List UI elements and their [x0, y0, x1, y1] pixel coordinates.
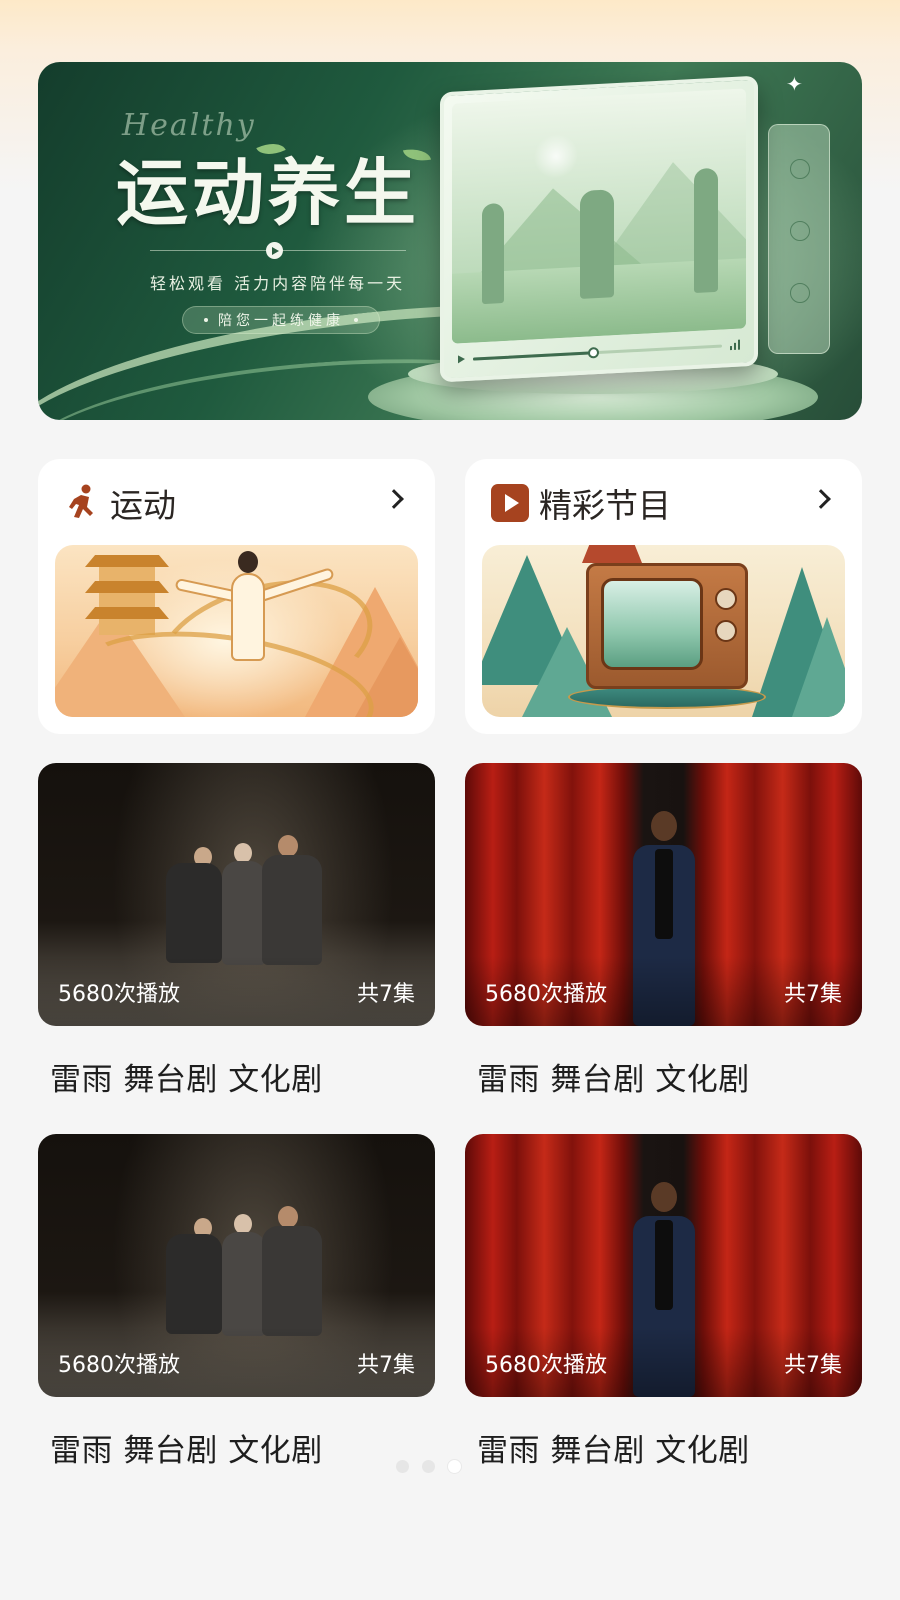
tv-dial-icon: [715, 588, 737, 610]
pagoda-decor: [582, 545, 642, 563]
actor-head: [234, 1214, 252, 1234]
pagoda-decor: [85, 555, 169, 635]
retro-tv-screen: [601, 578, 703, 670]
category-title: 运动: [110, 486, 176, 525]
episode-count: 共7集: [784, 982, 842, 1007]
actor-shirt: [655, 849, 673, 939]
banner-screen-illustration: [440, 75, 758, 383]
video-title[interactable]: 雷雨 舞台剧 文化剧: [465, 1054, 862, 1099]
video-thumbnail[interactable]: 5680次播放 共7集: [465, 763, 862, 1026]
screen-scene: [452, 88, 746, 344]
episode-count: 共7集: [357, 1353, 415, 1378]
dancer-figure: [231, 573, 265, 661]
chevron-right-icon[interactable]: [811, 489, 831, 509]
category-illustration-tv: [482, 545, 845, 717]
video-thumbnail[interactable]: 5680次播放 共7集: [465, 1134, 862, 1397]
play-count: 5680次播放: [58, 982, 180, 1007]
sparkle-icon: ✦: [786, 72, 803, 96]
actor-figure: [262, 855, 322, 965]
banner-subtitle: 轻松观看 活力内容陪伴每一天: [150, 274, 406, 293]
actor-head: [651, 1182, 677, 1212]
volume-icon: [730, 339, 740, 351]
progress-fill: [473, 350, 593, 361]
play-count: 5680次播放: [485, 982, 607, 1007]
running-person-icon: [69, 484, 93, 518]
video-card[interactable]: 5680次播放 共7集 雷雨 舞台剧 文化剧: [38, 763, 435, 1099]
actor-figure: [166, 863, 222, 963]
video-card[interactable]: 5680次播放 共7集 雷雨 舞台剧 文化剧: [465, 763, 862, 1099]
video-title[interactable]: 雷雨 舞台剧 文化剧: [38, 1054, 435, 1099]
actor-head: [651, 811, 677, 841]
category-card-shows[interactable]: 精彩节目: [465, 459, 862, 734]
progress-track: [473, 344, 722, 361]
banner-play-icon: [266, 242, 283, 259]
actor-figure: [166, 1234, 222, 1334]
runner-figure: [482, 202, 504, 305]
player-play-icon: [458, 355, 465, 364]
category-title: 精彩节目: [539, 486, 671, 525]
video-thumbnail[interactable]: 5680次播放 共7集: [38, 1134, 435, 1397]
mountain-decor: [592, 157, 746, 276]
category-header: 运动: [64, 483, 409, 525]
heart-pulse-icon: [790, 221, 810, 241]
chevron-right-icon[interactable]: [384, 489, 404, 509]
page-dot[interactable]: [396, 1460, 409, 1473]
retro-tv-decor: [586, 563, 748, 689]
video-title[interactable]: 雷雨 舞台剧 文化剧: [465, 1425, 862, 1470]
tv-dial-icon: [715, 620, 737, 642]
play-count: 5680次播放: [58, 1353, 180, 1378]
video-card[interactable]: 5680次播放 共7集 雷雨 舞台剧 文化剧: [465, 1134, 862, 1470]
lotus-icon: [790, 283, 810, 303]
actor-figure: [262, 1226, 322, 1336]
taichi-figure: [580, 189, 614, 299]
dancer-head: [238, 551, 258, 573]
video-title[interactable]: 雷雨 舞台剧 文化剧: [38, 1425, 435, 1470]
hero-banner[interactable]: Healthy 运动养生 轻松观看 活力内容陪伴每一天 陪您一起练健康 ✦: [38, 62, 862, 420]
category-card-sport[interactable]: 运动: [38, 459, 435, 734]
page-dot[interactable]: [422, 1460, 435, 1473]
banner-pill: 陪您一起练健康: [182, 306, 380, 334]
actor-head: [278, 1206, 298, 1228]
play-icon: [491, 484, 529, 522]
video-thumbnail[interactable]: 5680次播放 共7集: [38, 763, 435, 1026]
banner-pill-text: 陪您一起练健康: [218, 313, 344, 329]
category-illustration-taichi: [55, 545, 418, 717]
episode-count: 共7集: [357, 982, 415, 1007]
actor-shirt: [655, 1220, 673, 1310]
category-header: 精彩节目: [491, 483, 836, 525]
page-indicator: [396, 1460, 461, 1473]
actor-head: [234, 843, 252, 863]
progress-knob: [587, 346, 599, 359]
teacup-icon: [790, 159, 810, 179]
episode-count: 共7集: [784, 1353, 842, 1378]
stretch-figure: [694, 167, 718, 294]
video-card[interactable]: 5680次播放 共7集 雷雨 舞台剧 文化剧: [38, 1134, 435, 1470]
play-count: 5680次播放: [485, 1353, 607, 1378]
side-panel-decor: [768, 124, 830, 354]
actor-head: [278, 835, 298, 857]
actor-figure: [222, 1232, 266, 1336]
actor-figure: [222, 861, 266, 965]
page-dot-active[interactable]: [448, 1460, 461, 1473]
